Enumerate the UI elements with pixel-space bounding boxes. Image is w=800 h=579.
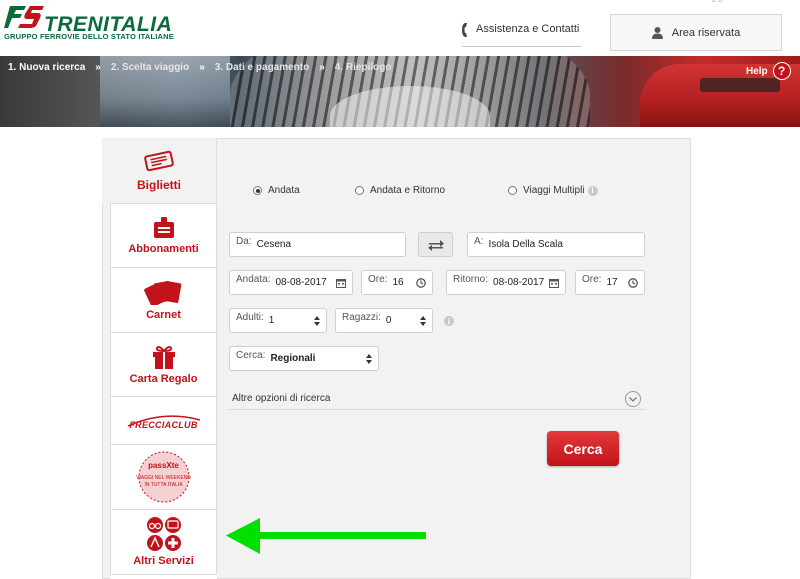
radio-andata-ritorno-label: Andata e Ritorno <box>370 185 446 196</box>
ore-ritorno-field[interactable]: Ore: 17 <box>575 270 645 295</box>
ragazzi-select[interactable]: Ragazzi: 0 <box>335 308 433 333</box>
cerca-select[interactable]: Cerca: Regionali <box>229 346 379 371</box>
tab-carta-regalo[interactable]: Carta Regalo <box>110 332 217 397</box>
ore-andata-field[interactable]: Ore: 16 <box>361 270 433 295</box>
ore-ritorno-value: 17 <box>606 277 618 288</box>
tab-frecciaclub[interactable]: FRECCIACLUB <box>110 396 217 445</box>
cards-icon <box>143 281 181 305</box>
updown-icon <box>366 353 372 364</box>
tab-carnet-label: Carnet <box>146 309 181 321</box>
radio-andata-ritorno[interactable]: Andata e Ritorno <box>355 185 445 196</box>
calendar-icon[interactable] <box>549 278 559 288</box>
updown-icon <box>420 315 426 326</box>
adulti-value: 1 <box>268 315 275 326</box>
to-field[interactable]: A: Isola Della Scala <box>467 232 645 257</box>
decorative-marks: ▫ ▫ <box>712 0 722 7</box>
swap-arrows-icon <box>427 239 444 251</box>
tab-biglietti[interactable]: Biglietti <box>102 138 217 204</box>
clock-icon[interactable] <box>416 277 426 288</box>
swap-stations-button[interactable] <box>418 232 453 257</box>
more-search-options[interactable]: Altre opzioni di ricerca <box>228 388 645 410</box>
hero-banner: 1. Nuova ricerca » 2. Scelta viaggio » 3… <box>0 56 800 127</box>
to-label: A: <box>474 236 484 247</box>
ritorno-value: 08-08-2017 <box>493 277 545 288</box>
booking-steps: 1. Nuova ricerca » 2. Scelta viaggio » 3… <box>0 56 800 78</box>
ore-andata-label: Ore: <box>368 274 388 285</box>
tab-abbonamenti-label: Abbonamenti <box>128 242 199 255</box>
reserved-area-label: Area riservata <box>671 26 741 39</box>
user-icon <box>651 26 663 39</box>
help-label: Help <box>746 65 768 77</box>
search-submit-button[interactable]: Cerca <box>547 431 619 466</box>
brand-subtitle: GRUPPO FERROVIE DELLO STATO ITALIANE <box>4 32 174 41</box>
assistance-link[interactable]: Assistenza e Contatti <box>462 17 582 47</box>
chevron-down-icon[interactable] <box>625 391 641 407</box>
tab-passxte[interactable]: passXte VIAGGI NEL WEEKEND IN TUTTA ITAL… <box>110 444 217 510</box>
fs-logo-icon <box>4 6 44 28</box>
adulti-select[interactable]: Adulti: 1 <box>229 308 327 333</box>
info-icon[interactable]: i <box>587 185 598 196</box>
assistance-label: Assistenza e Contatti <box>476 23 580 35</box>
more-options-label: Altre opzioni di ricerca <box>232 393 331 404</box>
tab-altri-servizi[interactable]: Altri Servizi <box>110 509 217 575</box>
site-header: TRENITALIA GRUPPO FERROVIE DELLO STATO I… <box>0 0 800 56</box>
ritorno-label: Ritorno: <box>453 274 489 285</box>
tab-frecciaclub-label: FRECCIACLUB <box>129 419 198 430</box>
badge-icon <box>153 216 174 238</box>
ritorno-date-field[interactable]: Ritorno: 08-08-2017 <box>446 270 566 295</box>
updown-icon <box>314 315 320 326</box>
ragazzi-label: Ragazzi: <box>342 312 381 323</box>
ore-ritorno-label: Ore: <box>582 274 602 285</box>
adulti-label: Adulti: <box>236 312 264 323</box>
ticket-icon <box>144 150 174 172</box>
step-separator: » <box>95 61 101 73</box>
tab-carnet[interactable]: Carnet <box>110 267 217 333</box>
step-separator: » <box>319 61 325 73</box>
tab-biglietti-label: Biglietti <box>137 178 181 192</box>
radio-viaggi-multipli[interactable]: Viaggi Multipli i <box>508 185 598 196</box>
ragazzi-value: 0 <box>385 315 392 326</box>
radio-andata[interactable]: Andata <box>253 185 300 196</box>
tab-carta-regalo-label: Carta Regalo <box>129 372 198 385</box>
annotation-arrow-icon <box>226 518 426 554</box>
radio-viaggi-multipli-control[interactable] <box>508 186 517 195</box>
banner-train-window <box>700 78 780 92</box>
help-icon: ? <box>772 62 791 80</box>
cerca-label: Cerca: <box>236 350 266 361</box>
clock-icon[interactable] <box>628 277 638 288</box>
ore-andata-value: 16 <box>392 277 404 288</box>
radio-andata-label: Andata <box>268 185 300 196</box>
step-riepilogo: 4. Riepilogo <box>334 61 392 73</box>
help-button[interactable]: Help ? <box>746 62 791 80</box>
andata-label: Andata: <box>236 274 271 285</box>
trenitalia-logo[interactable]: TRENITALIA GRUPPO FERROVIE DELLO STATO I… <box>4 4 174 44</box>
tab-altri-servizi-label: Altri Servizi <box>133 555 194 567</box>
from-label: Da: <box>236 236 252 247</box>
to-value: Isola Della Scala <box>488 239 563 250</box>
gift-icon <box>152 345 175 369</box>
tab-abbonamenti[interactable]: Abbonamenti <box>110 203 217 268</box>
cerca-value: Regionali <box>270 353 316 364</box>
step-nuova-ricerca[interactable]: 1. Nuova ricerca <box>8 62 85 73</box>
reserved-area-button[interactable]: Area riservata <box>610 14 782 51</box>
from-value: Cesena <box>256 239 292 250</box>
step-separator: » <box>199 61 205 73</box>
andata-value: 08-08-2017 <box>275 277 327 288</box>
radio-andata-control[interactable] <box>253 186 262 195</box>
calendar-icon[interactable] <box>336 278 346 288</box>
andata-date-field[interactable]: Andata: 08-08-2017 <box>229 270 353 295</box>
from-field[interactable]: Da: Cesena <box>229 232 406 257</box>
radio-viaggi-multipli-label: Viaggi Multipli <box>523 185 585 196</box>
info-icon[interactable]: i <box>444 316 454 326</box>
phone-icon <box>462 23 467 37</box>
radio-andata-ritorno-control[interactable] <box>355 186 364 195</box>
passxte-title: passXte <box>148 461 179 470</box>
step-dati-pagamento: 3. Dati e pagamento <box>214 61 310 73</box>
passxte-subtitle: VIAGGI NEL WEEKEND IN TUTTA ITALIA <box>136 475 191 488</box>
step-scelta-viaggio: 2. Scelta viaggio <box>110 61 190 73</box>
services-icon <box>146 517 181 551</box>
